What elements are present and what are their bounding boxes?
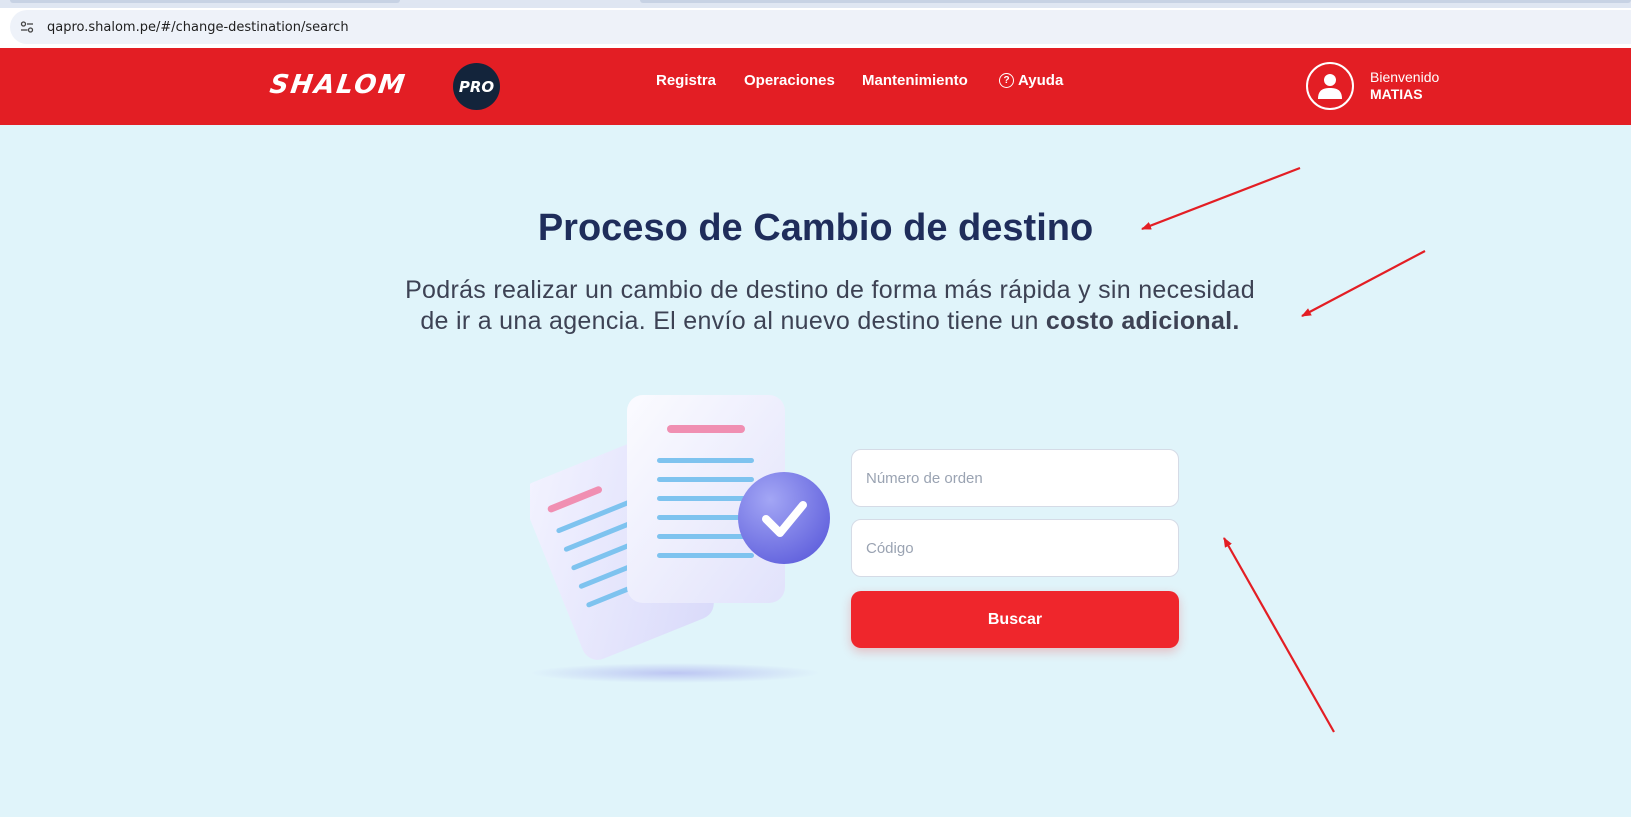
app-header: SHALOM PRO Registra Operaciones Mantenim…	[0, 48, 1631, 125]
browser-toolbar: qapro.shalom.pe/#/change-destination/sea…	[0, 8, 1631, 48]
nav-operaciones-label: Operaciones	[744, 72, 835, 89]
nav-ayuda-label: Ayuda	[1018, 72, 1064, 89]
browser-tab[interactable]	[10, 0, 400, 3]
main-content: Proceso de Cambio de destino Podrás real…	[0, 125, 1631, 819]
nav-registra-label: Registra	[656, 72, 717, 89]
nav-mantenimiento-label: Mantenimiento	[862, 72, 968, 89]
shalom-pro-logo[interactable]: SHALOM PRO	[267, 63, 502, 110]
page-title: Proceso de Cambio de destino	[0, 207, 1631, 250]
browser-tab[interactable]	[640, 0, 1631, 3]
order-number-input[interactable]	[851, 449, 1179, 507]
nav-ayuda[interactable]: ? Ayuda	[999, 72, 1063, 89]
user-avatar[interactable]	[1306, 62, 1354, 110]
page-title-prefix: Proceso de	[537, 207, 754, 249]
welcome-label: Bienvenido	[1370, 69, 1440, 85]
nav-operaciones[interactable]: Operaciones	[744, 72, 835, 89]
site-info-icon[interactable]	[12, 12, 42, 42]
nav-registra[interactable]: Registra	[656, 72, 716, 89]
page-subtitle: Podrás realizar un cambio de destino de …	[390, 275, 1270, 337]
logo-badge: PRO	[453, 63, 500, 110]
url-text[interactable]: qapro.shalom.pe/#/change-destination/sea…	[47, 20, 349, 35]
browser-tabstrip	[0, 0, 1631, 8]
user-greeting: Bienvenido MATIAS	[1370, 69, 1439, 103]
help-circle-icon: ?	[999, 73, 1014, 88]
user-name: MATIAS	[1370, 86, 1423, 102]
subtitle-bold: costo adicional.	[1045, 307, 1240, 335]
nav-mantenimiento[interactable]: Mantenimiento	[862, 72, 968, 89]
address-bar[interactable]: qapro.shalom.pe/#/change-destination/sea…	[10, 10, 1631, 44]
page-title-bold: Cambio de destino	[753, 207, 1094, 249]
logo-text: SHALOM	[267, 70, 409, 100]
code-input[interactable]	[851, 519, 1179, 577]
documents-check-illustration	[530, 395, 830, 683]
logo-badge-text: PRO	[458, 77, 495, 96]
user-icon	[1318, 74, 1342, 99]
search-button[interactable]: Buscar	[851, 591, 1179, 648]
